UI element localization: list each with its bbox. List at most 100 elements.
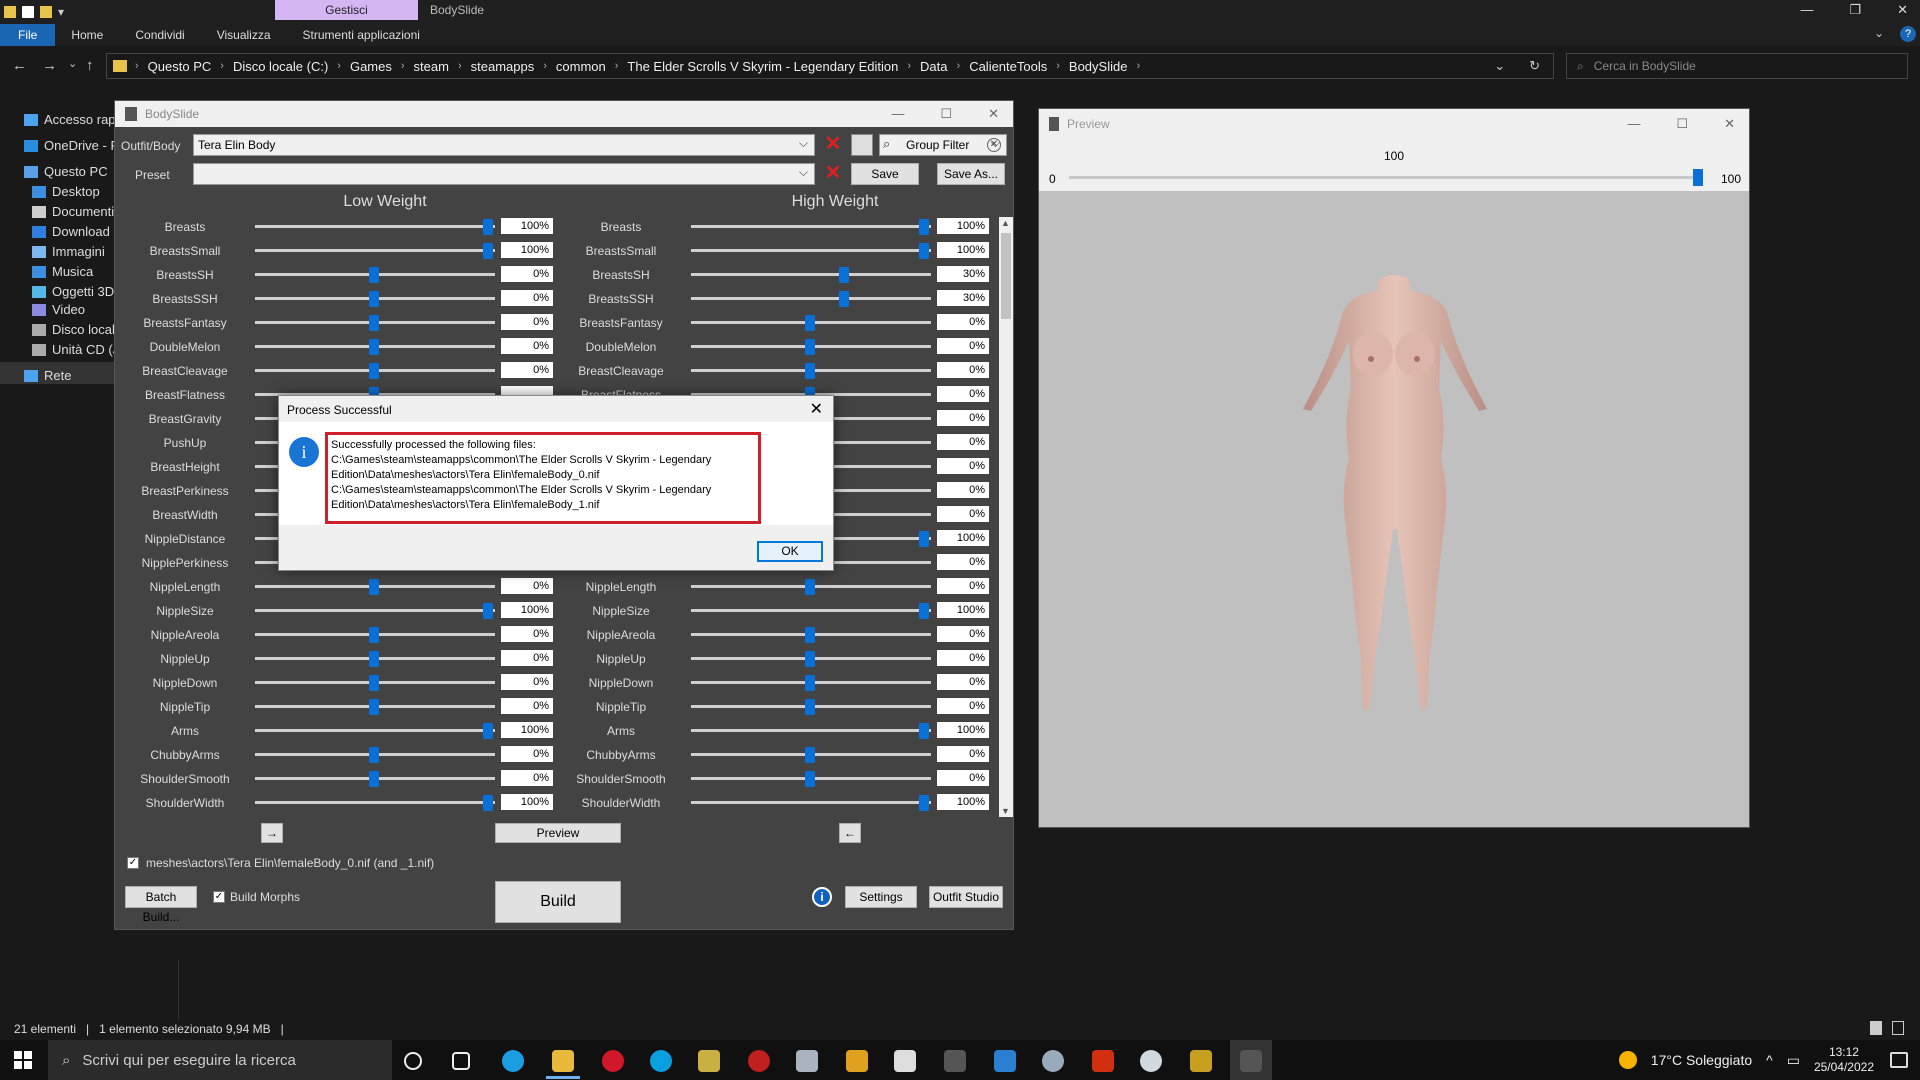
scroll-thumb[interactable]: [1001, 233, 1011, 319]
low-weight-slider[interactable]: [255, 729, 495, 732]
low-weight-value[interactable]: 100%: [501, 794, 553, 810]
breadcrumb-item[interactable]: Disco locale (C:): [233, 59, 328, 74]
minimize-icon[interactable]: —: [891, 106, 904, 122]
high-weight-value[interactable]: 0%: [937, 626, 989, 642]
low-weight-slider-thumb[interactable]: [369, 699, 379, 715]
close-icon[interactable]: ✕: [810, 399, 823, 419]
notifications-icon[interactable]: [1890, 1052, 1908, 1068]
high-weight-value[interactable]: 0%: [937, 458, 989, 474]
high-weight-value[interactable]: 0%: [937, 434, 989, 450]
high-weight-slider-thumb[interactable]: [805, 579, 815, 595]
address-bar[interactable]: › Questo PC › Disco locale (C:) › Games › stea…: [106, 53, 1554, 79]
low-weight-slider-thumb[interactable]: [369, 675, 379, 691]
breadcrumb-separator[interactable]: ›: [543, 60, 547, 72]
show-hidden-icons-icon[interactable]: ^: [1766, 1052, 1773, 1068]
details-view-icon[interactable]: [1870, 1021, 1882, 1035]
breadcrumb-separator[interactable]: ›: [615, 60, 619, 72]
file-explorer-icon[interactable]: [552, 1050, 574, 1072]
low-weight-value[interactable]: 0%: [501, 770, 553, 786]
outfit-dropdown[interactable]: Tera Elin Body: [193, 133, 815, 156]
low-weight-slider[interactable]: [255, 225, 495, 228]
high-weight-slider-thumb[interactable]: [805, 651, 815, 667]
high-weight-value[interactable]: 100%: [937, 722, 989, 738]
clear-filter-icon[interactable]: ✕: [987, 138, 1001, 152]
tab-file[interactable]: File: [0, 24, 56, 46]
refresh-icon[interactable]: ↻: [1529, 58, 1540, 74]
breadcrumb-separator[interactable]: ›: [907, 60, 911, 72]
app-icon[interactable]: [1092, 1050, 1114, 1072]
breadcrumb-item[interactable]: steamapps: [471, 59, 535, 74]
high-weight-value[interactable]: 0%: [937, 674, 989, 690]
ribbon-expand-icon[interactable]: ⌄: [1874, 26, 1884, 40]
save-as-button[interactable]: Save As...: [937, 163, 1005, 185]
explorer-search[interactable]: ⌕ Cerca in BodySlide: [1566, 53, 1908, 79]
low-weight-slider-thumb[interactable]: [369, 747, 379, 763]
low-weight-slider-thumb[interactable]: [369, 651, 379, 667]
save-button[interactable]: Save: [851, 163, 919, 185]
cortana-icon[interactable]: [404, 1052, 422, 1070]
copy-to-high-button[interactable]: →: [261, 823, 283, 843]
high-weight-value[interactable]: 100%: [937, 218, 989, 234]
breadcrumb-item[interactable]: CalienteTools: [969, 59, 1047, 74]
high-weight-slider-thumb[interactable]: [919, 531, 929, 547]
search-input[interactable]: Cerca in BodySlide: [1594, 59, 1696, 73]
recent-locations-icon[interactable]: ⌄: [68, 57, 77, 70]
skype-icon[interactable]: [650, 1050, 672, 1072]
low-weight-value[interactable]: 0%: [501, 314, 553, 330]
low-weight-slider-thumb[interactable]: [369, 315, 379, 331]
app-icon[interactable]: [1140, 1050, 1162, 1072]
preview-button[interactable]: Preview: [495, 823, 621, 843]
build-morphs-checkbox[interactable]: ✓: [213, 891, 225, 903]
high-weight-value[interactable]: 0%: [937, 770, 989, 786]
bodyslide-taskbar-icon[interactable]: [1240, 1050, 1262, 1072]
high-weight-slider-thumb[interactable]: [805, 315, 815, 331]
high-weight-value[interactable]: 0%: [937, 362, 989, 378]
opera-icon[interactable]: [602, 1050, 624, 1072]
scroll-down-icon[interactable]: ▼: [1001, 806, 1010, 816]
chevron-down-icon[interactable]: ▾: [58, 5, 64, 19]
high-weight-slider-thumb[interactable]: [805, 747, 815, 763]
low-weight-slider-thumb[interactable]: [369, 267, 379, 283]
context-tab-manage[interactable]: Gestisci: [275, 0, 418, 20]
high-weight-value[interactable]: 0%: [937, 410, 989, 426]
breadcrumb-separator[interactable]: ›: [337, 60, 341, 72]
tab-view[interactable]: Visualizza: [201, 24, 287, 46]
high-weight-slider-thumb[interactable]: [919, 723, 929, 739]
restore-icon[interactable]: ❐: [1849, 2, 1861, 18]
tab-share[interactable]: Condividi: [119, 24, 200, 46]
low-weight-slider-thumb[interactable]: [369, 579, 379, 595]
help-icon[interactable]: ?: [1900, 26, 1916, 42]
breadcrumb-separator[interactable]: ›: [1056, 60, 1060, 72]
high-weight-value[interactable]: 0%: [937, 386, 989, 402]
high-weight-slider-thumb[interactable]: [805, 363, 815, 379]
high-weight-value[interactable]: 0%: [937, 554, 989, 570]
tiles-view-icon[interactable]: [1892, 1021, 1904, 1035]
low-weight-slider-thumb[interactable]: [369, 771, 379, 787]
tab-home[interactable]: Home: [55, 24, 119, 46]
forward-icon[interactable]: →: [42, 57, 57, 74]
breadcrumb-separator[interactable]: ›: [220, 60, 224, 72]
high-weight-value[interactable]: 100%: [937, 242, 989, 258]
high-weight-value[interactable]: 0%: [937, 650, 989, 666]
high-weight-slider[interactable]: [691, 273, 931, 276]
breadcrumb-item[interactable]: BodySlide: [1069, 59, 1128, 74]
high-weight-slider-thumb[interactable]: [805, 699, 815, 715]
app-icon[interactable]: [1042, 1050, 1064, 1072]
low-weight-value[interactable]: 0%: [501, 746, 553, 762]
scroll-up-icon[interactable]: ▲: [1001, 218, 1010, 228]
weather-text[interactable]: 17°C Soleggiato: [1651, 1052, 1752, 1068]
high-weight-slider-thumb[interactable]: [805, 675, 815, 691]
low-weight-slider-thumb[interactable]: [369, 291, 379, 307]
high-weight-value[interactable]: 100%: [937, 794, 989, 810]
high-weight-value[interactable]: 0%: [937, 338, 989, 354]
high-weight-slider[interactable]: [691, 609, 931, 612]
batch-build-button[interactable]: Batch Build...: [125, 886, 197, 924]
high-weight-value[interactable]: 0%: [937, 698, 989, 714]
low-weight-slider[interactable]: [255, 609, 495, 612]
breadcrumb-item[interactable]: common: [556, 59, 606, 74]
low-weight-value[interactable]: 0%: [501, 626, 553, 642]
taskbar-search[interactable]: ⌕ Scrivi qui per eseguire la ricerca: [48, 1040, 392, 1080]
start-icon[interactable]: [14, 1051, 32, 1069]
low-weight-value[interactable]: 100%: [501, 242, 553, 258]
low-weight-slider[interactable]: [255, 801, 495, 804]
